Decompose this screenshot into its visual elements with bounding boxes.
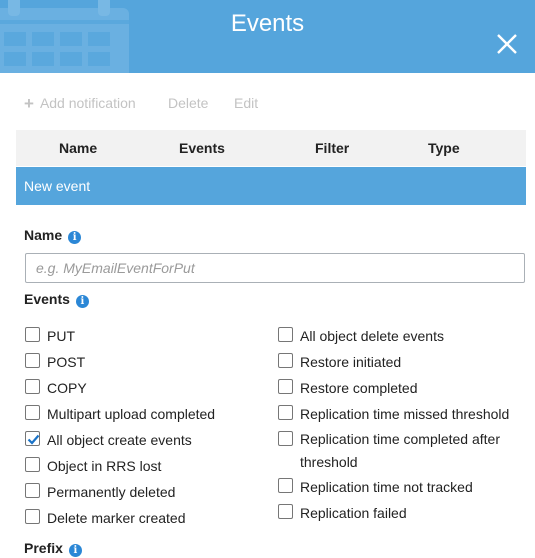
checkbox[interactable] xyxy=(278,405,293,420)
plus-icon: + xyxy=(24,94,34,113)
checkbox-label: Replication time not tracked xyxy=(300,479,473,495)
checkbox-label: Delete marker created xyxy=(47,510,186,526)
checkbox[interactable] xyxy=(278,353,293,368)
delete-button[interactable]: Delete xyxy=(168,95,208,111)
checkbox[interactable] xyxy=(25,457,40,472)
checkbox-label: All object create events xyxy=(47,432,192,448)
checkbox[interactable] xyxy=(278,379,293,394)
table-row-label: New event xyxy=(24,178,91,194)
table-row-new-event[interactable]: New event xyxy=(16,167,526,205)
checkbox[interactable] xyxy=(25,405,40,420)
column-header-type[interactable]: Type xyxy=(428,140,460,156)
edit-button[interactable]: Edit xyxy=(234,95,258,111)
checkbox-label: All object delete events xyxy=(300,328,444,344)
checkmark-icon xyxy=(27,434,40,445)
checkbox[interactable] xyxy=(25,353,40,368)
prefix-label-group: Prefix i xyxy=(24,540,82,557)
checkbox-label: Replication time missed threshold xyxy=(300,406,510,422)
checkbox-label: Restore completed xyxy=(300,380,418,396)
events-dialog: Events + Add notification Delete Edit Nam… xyxy=(0,0,535,558)
info-icon[interactable]: i xyxy=(68,231,82,244)
name-label-group: Name i xyxy=(24,227,82,244)
close-icon[interactable] xyxy=(494,31,520,57)
checkbox[interactable] xyxy=(25,327,40,342)
checkbox-checked[interactable] xyxy=(25,431,40,446)
events-label: Events xyxy=(24,291,70,307)
checkbox[interactable] xyxy=(25,379,40,394)
checkbox-label: PUT xyxy=(47,328,75,344)
checkbox[interactable] xyxy=(25,483,40,498)
checkbox-label: POST xyxy=(47,354,86,370)
info-icon[interactable]: i xyxy=(75,295,89,308)
prefix-label: Prefix xyxy=(24,540,63,556)
dialog-header: Events xyxy=(0,0,535,73)
checkbox[interactable] xyxy=(278,431,293,446)
name-input[interactable] xyxy=(25,253,525,283)
add-notification-label: Add notification xyxy=(39,95,136,111)
checkbox-label: Replication time completed after thresho… xyxy=(300,431,500,470)
checkbox-label: Permanently deleted xyxy=(47,484,176,500)
events-label-group: Events i xyxy=(24,291,89,308)
checkbox[interactable] xyxy=(278,478,293,493)
checkbox[interactable] xyxy=(25,509,40,524)
checkbox-label: Multipart upload completed xyxy=(47,406,216,422)
checkbox[interactable] xyxy=(278,504,293,519)
column-header-name[interactable]: Name xyxy=(59,140,97,156)
info-icon[interactable]: i xyxy=(68,544,82,557)
checkbox-label: Replication failed xyxy=(300,505,407,521)
checkbox[interactable] xyxy=(278,327,293,342)
column-header-events[interactable]: Events xyxy=(179,140,225,156)
checkbox-label: Object in RRS lost xyxy=(47,458,162,474)
checkbox-label: COPY xyxy=(47,380,87,396)
checkbox-label: Restore initiated xyxy=(300,354,402,370)
dialog-title: Events xyxy=(230,10,305,37)
name-label: Name xyxy=(24,227,63,243)
column-header-filter[interactable]: Filter xyxy=(315,140,349,156)
add-notification-button[interactable]: + Add notification xyxy=(24,94,136,113)
table-header: Name Events Filter Type xyxy=(16,130,526,166)
